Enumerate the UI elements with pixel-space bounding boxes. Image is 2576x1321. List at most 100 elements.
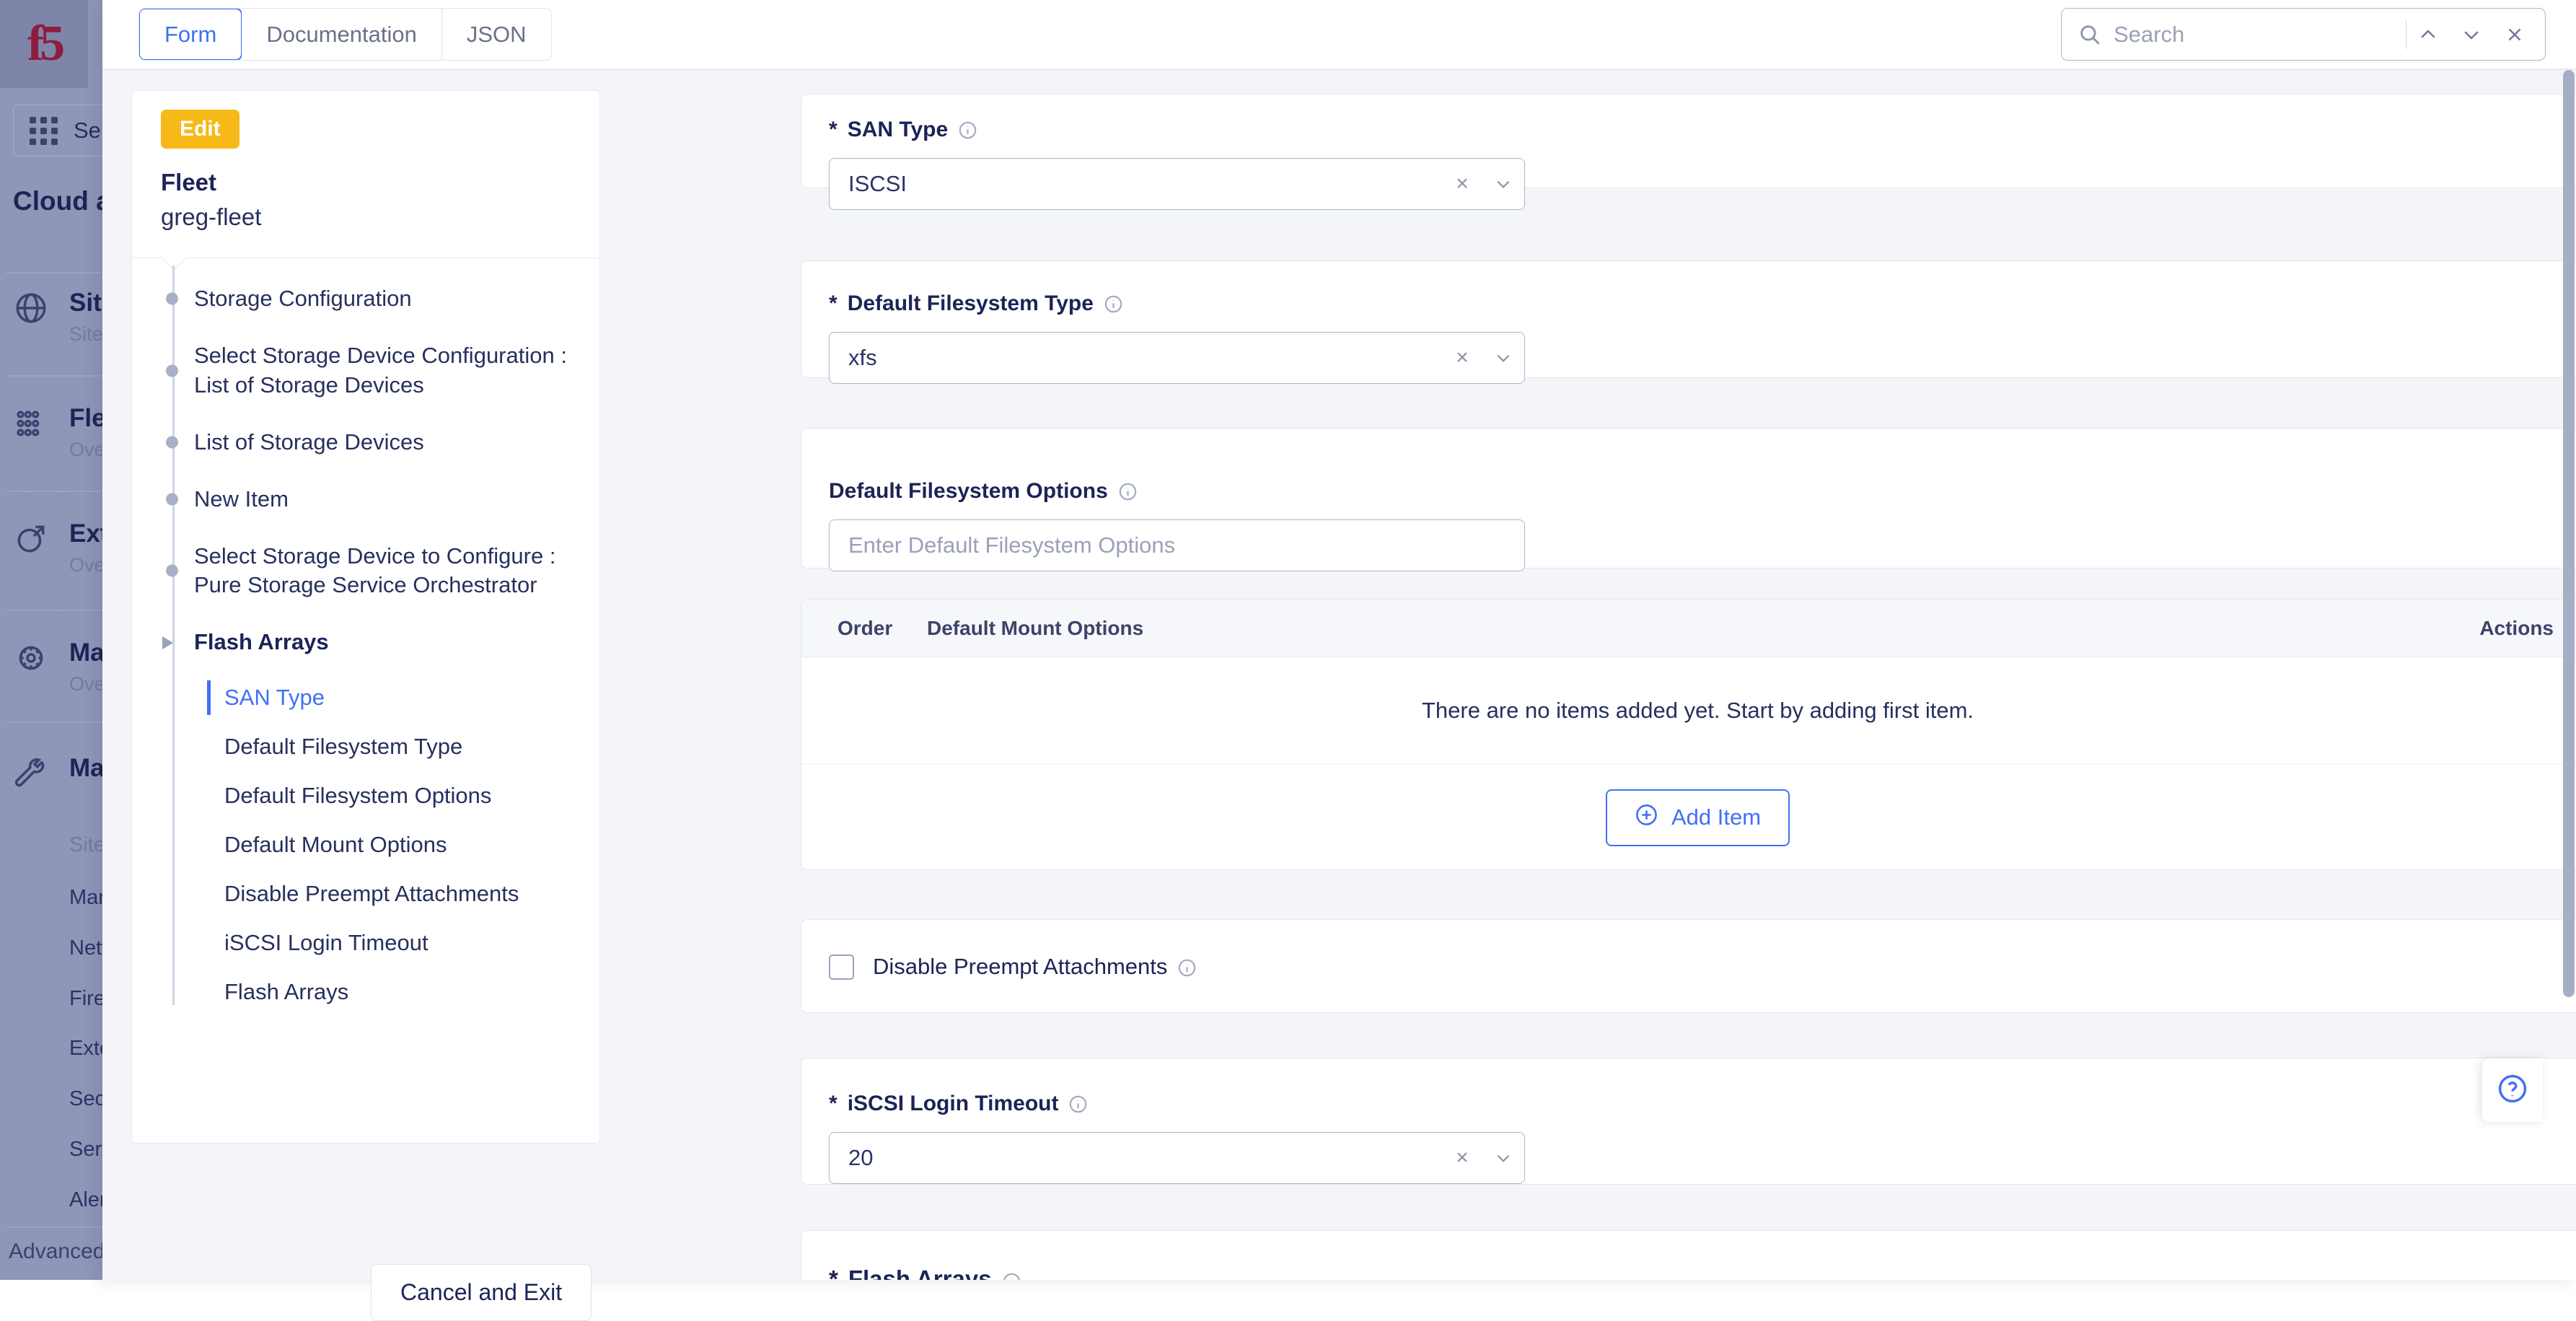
clear-icon[interactable]: × xyxy=(1442,1146,1482,1170)
search-bar xyxy=(2061,8,2546,61)
substep-default-filesystem-type[interactable]: Default Filesystem Type xyxy=(207,734,599,760)
step-select-storage-device-to-configure[interactable]: Select Storage Device to Configure : Pur… xyxy=(132,542,599,601)
info-icon[interactable] xyxy=(958,120,977,140)
info-icon[interactable] xyxy=(1118,482,1138,501)
step-dot xyxy=(166,293,178,305)
form-fields-area: * SAN Type ISCSI × * D xyxy=(607,70,2576,1280)
step-dot xyxy=(166,493,178,506)
tab-documentation[interactable]: Documentation xyxy=(242,9,442,60)
chevron-down-icon[interactable] xyxy=(1482,1149,1524,1167)
wizard-object-header: Edit Fleet greg-fleet xyxy=(132,91,599,258)
checkbox-label-text: Disable Preempt Attachments xyxy=(873,954,1167,980)
default-filesystem-type-value: xfs xyxy=(848,345,1442,371)
substep-iscsi-login-timeout[interactable]: iSCSI Login Timeout xyxy=(207,930,599,956)
disable-preempt-attachments-label: Disable Preempt Attachments xyxy=(873,954,1197,980)
wrench-icon xyxy=(13,755,49,791)
step-list-of-storage-devices[interactable]: List of Storage Devices xyxy=(132,428,599,457)
substep-san-type[interactable]: SAN Type xyxy=(207,685,599,711)
plus-circle-icon xyxy=(1635,803,1658,833)
substep-flash-arrays[interactable]: Flash Arrays xyxy=(207,979,599,1005)
chevron-down-icon[interactable] xyxy=(1482,175,1524,193)
default-filesystem-options-input[interactable] xyxy=(848,532,1505,558)
step-dot xyxy=(166,565,178,577)
tab-form[interactable]: Form xyxy=(139,8,242,61)
step-label: List of Storage Devices xyxy=(194,429,424,455)
chevron-down-icon[interactable] xyxy=(2450,13,2493,56)
disable-preempt-attachments-card: Disable Preempt Attachments xyxy=(801,919,2576,1013)
vertical-scrollbar-thumb[interactable] xyxy=(2563,70,2575,997)
required-marker: * xyxy=(829,1092,838,1116)
field-label-text: Flash Arrays xyxy=(848,1265,992,1280)
vertical-scrollbar-track[interactable] xyxy=(2562,70,2576,1280)
step-select-storage-device-configuration[interactable]: Select Storage Device Configuration : Li… xyxy=(132,341,599,400)
default-filesystem-type-card: * Default Filesystem Type xfs × xyxy=(801,260,2576,378)
step-label: Flash Arrays xyxy=(194,629,329,654)
config-wizard-panel: Form Documentation JSON xyxy=(102,0,2576,1280)
substep-default-filesystem-options[interactable]: Default Filesystem Options xyxy=(207,783,599,809)
external-icon xyxy=(13,521,49,557)
sidebar-subitem-site[interactable]: Site xyxy=(69,833,105,857)
san-type-value: ISCSI xyxy=(848,171,1442,197)
default-mount-options-card: Order Default Mount Options Actions Ther… xyxy=(801,599,2576,870)
default-filesystem-type-label: * Default Filesystem Type xyxy=(829,291,2576,316)
column-header-order: Order xyxy=(838,617,910,640)
add-item-label: Add Item xyxy=(1671,804,1761,830)
view-mode-tabs: Form Documentation JSON xyxy=(139,8,552,61)
substep-default-mount-options[interactable]: Default Mount Options xyxy=(207,832,599,858)
arrow-right-icon xyxy=(162,636,173,649)
flash-arrays-label: * Flash Arrays xyxy=(829,1265,2576,1280)
step-flash-arrays[interactable]: Flash Arrays xyxy=(132,628,599,657)
info-icon[interactable] xyxy=(1177,957,1197,977)
default-filesystem-options-label: Default Filesystem Options xyxy=(829,479,2576,504)
object-kind: Fleet xyxy=(161,169,599,196)
table-empty-message: There are no items added yet. Start by a… xyxy=(801,657,2576,764)
f5-logo[interactable]: f5 xyxy=(0,0,88,88)
f5-logo-text: f5 xyxy=(27,19,61,69)
san-type-select[interactable]: ISCSI × xyxy=(829,158,1525,210)
column-header-actions: Actions xyxy=(2479,617,2554,640)
info-icon[interactable] xyxy=(1002,1270,1021,1281)
info-icon[interactable] xyxy=(1068,1094,1088,1114)
san-type-label: * SAN Type xyxy=(829,118,2576,142)
iscsi-login-timeout-value: 20 xyxy=(848,1145,1442,1171)
field-label-text: Default Filesystem Options xyxy=(829,479,1108,504)
step-label: New Item xyxy=(194,486,289,512)
step-dot xyxy=(166,364,178,377)
grid-icon xyxy=(30,117,58,145)
step-label: Select Storage Device to Configure : Pur… xyxy=(194,543,555,598)
fleet-icon xyxy=(13,405,49,442)
help-button[interactable] xyxy=(2482,1058,2543,1122)
substep-disable-preempt-attachments[interactable]: Disable Preempt Attachments xyxy=(207,881,599,907)
search-icon xyxy=(2078,22,2102,47)
iscsi-login-timeout-select[interactable]: 20 × xyxy=(829,1132,1525,1184)
default-filesystem-options-input-wrap xyxy=(829,519,1525,571)
iscsi-login-timeout-label: * iSCSI Login Timeout xyxy=(829,1092,2576,1116)
clear-icon[interactable]: × xyxy=(1442,172,1482,196)
flash-arrays-card: * Flash Arrays There are no items added … xyxy=(801,1230,2576,1280)
sidebar-advanced-label[interactable]: Advanced xyxy=(9,1239,105,1264)
tab-json[interactable]: JSON xyxy=(442,9,551,60)
wizard-steps: Storage Configuration Select Storage Dev… xyxy=(132,258,599,1005)
wizard-header: Form Documentation JSON xyxy=(102,0,2576,69)
disable-preempt-attachments-checkbox[interactable] xyxy=(829,954,854,980)
wizard-body: Edit Fleet greg-fleet Storage Configurat… xyxy=(102,70,2576,1280)
field-label-text: iSCSI Login Timeout xyxy=(848,1092,1059,1116)
step-storage-configuration[interactable]: Storage Configuration xyxy=(132,284,599,314)
default-filesystem-options-card: Default Filesystem Options xyxy=(801,428,2576,569)
add-item-button[interactable]: Add Item xyxy=(1606,789,1790,846)
clear-icon[interactable]: × xyxy=(1442,346,1482,370)
table-add-row: Add Item xyxy=(801,764,2576,870)
cancel-and-exit-button[interactable]: Cancel and Exit xyxy=(371,1264,592,1321)
step-dot xyxy=(166,436,178,449)
disable-preempt-attachments-row[interactable]: Disable Preempt Attachments xyxy=(829,954,2576,980)
column-header-options: Default Mount Options xyxy=(927,617,2479,640)
required-marker: * xyxy=(829,118,838,142)
step-new-item[interactable]: New Item xyxy=(132,485,599,514)
chevron-up-icon[interactable] xyxy=(2406,13,2450,56)
info-icon[interactable] xyxy=(1104,294,1123,314)
search-input[interactable] xyxy=(2114,22,2406,48)
default-filesystem-type-select[interactable]: xfs × xyxy=(829,332,1525,384)
globe-icon xyxy=(13,290,49,326)
close-icon[interactable] xyxy=(2493,13,2536,56)
chevron-down-icon[interactable] xyxy=(1482,348,1524,367)
